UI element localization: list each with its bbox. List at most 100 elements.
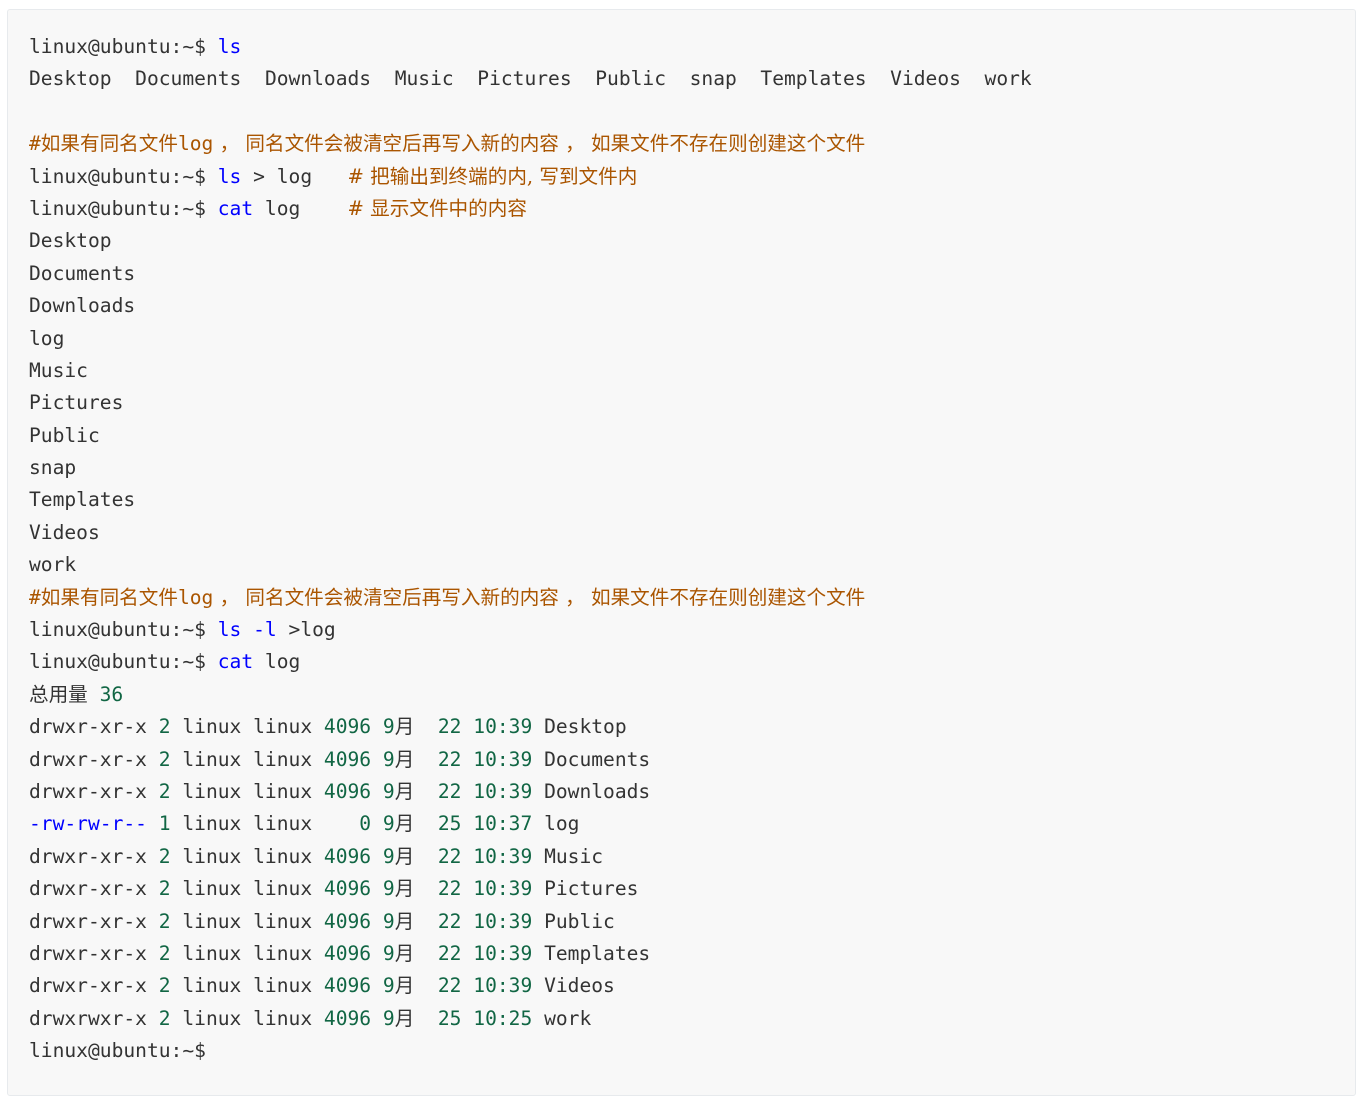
link-count: 2 [158,941,171,965]
total-line: 总用量 36 [29,679,1355,711]
file-name: Public [544,909,615,933]
file-permissions: drwxr-xr-x [29,779,147,803]
command-line: linux@ubuntu:~$ ls [29,31,1355,63]
file-month: 9 [382,941,395,965]
listing-row: drwxr-xr-x 2 linux linux 4096 9月 22 10:3… [29,970,1355,1002]
listing-row: drwxr-xr-x 2 linux linux 4096 9月 22 10:3… [29,938,1355,970]
file-name: work [544,1006,592,1030]
file-month-unit: 月 [394,715,415,739]
output-line: Templates [29,488,136,512]
comment-code: log [177,132,214,156]
file-day: 25 [437,1006,462,1030]
file-group: linux [253,974,313,998]
file-name: Pictures [544,877,639,901]
command-line: linux@ubuntu:~$ [29,1035,1355,1067]
file-size: 4096 [323,877,372,901]
command-flag: -l [253,618,277,642]
file-size: 4096 [323,715,372,739]
file-size: 4096 [323,941,372,965]
file-owner: linux [182,715,242,739]
file-permissions: drwxr-xr-x [29,974,147,998]
listing-row: drwxr-xr-x 2 linux linux 4096 9月 22 10:3… [29,906,1355,938]
listing-row: drwxr-xr-x 2 linux linux 4096 9月 22 10:3… [29,744,1355,776]
command: cat [217,196,254,220]
file-size: 4096 [323,909,372,933]
file-name: Templates [544,941,651,965]
file-listing: drwxr-xr-x 2 linux linux 4096 9月 22 10:3… [29,711,1355,1035]
file-month-unit: 月 [394,812,415,836]
inline-comment: # 显示文件中的内容 [347,196,527,220]
command-line: linux@ubuntu:~$ ls > log # 把输出到终端的内, 写到文… [29,161,1355,193]
file-month: 9 [382,715,395,739]
file-month: 9 [382,974,395,998]
file-name: Music [544,844,604,868]
listing-row: drwxrwxr-x 2 linux linux 4096 9月 25 10:2… [29,1003,1355,1035]
output-line: Downloads [29,294,136,318]
file-permissions: drwxr-xr-x [29,941,147,965]
command-args: > log [241,164,348,188]
comment-hash: # [29,132,41,156]
link-count: 2 [158,1006,171,1030]
file-size: 4096 [323,779,372,803]
file-day: 22 [437,974,462,998]
output-line: snap [29,456,77,480]
file-day: 25 [437,812,462,836]
file-group: linux [253,779,313,803]
output-line: Pictures [29,391,124,415]
file-day: 22 [437,779,462,803]
file-time: 10:39 [473,974,533,998]
ls-entry: Music [394,67,454,91]
listing-row: drwxr-xr-x 2 linux linux 4096 9月 22 10:3… [29,711,1355,743]
command-line: linux@ubuntu:~$ cat log [29,646,1355,678]
link-count: 2 [158,779,171,803]
listing-row: drwxr-xr-x 2 linux linux 4096 9月 22 10:3… [29,873,1355,905]
link-count: 2 [158,974,171,998]
prompt: linux@ubuntu:~$ [29,196,206,220]
file-name: Desktop [544,715,627,739]
file-day: 22 [437,715,462,739]
file-day: 22 [437,941,462,965]
link-count: 2 [158,909,171,933]
file-month: 9 [382,877,395,901]
file-time: 10:37 [473,812,533,836]
file-month: 9 [382,1006,395,1030]
file-month-unit: 月 [394,877,415,901]
file-time: 10:39 [473,909,533,933]
prompt: linux@ubuntu:~$ [29,164,206,188]
command: ls [217,618,242,642]
command-line: linux@ubuntu:~$ ls -l >log [29,614,1355,646]
link-count: 2 [158,844,171,868]
comment-text: 如果有同名文件 [40,132,178,156]
output-line: Public [29,423,100,447]
file-permissions: drwxr-xr-x [29,747,147,771]
file-month: 9 [382,909,395,933]
file-owner: linux [182,1006,242,1030]
file-time: 10:39 [473,941,533,965]
output-line: Music [29,358,88,382]
file-day: 22 [437,747,462,771]
command: ls [217,164,242,188]
file-name: Videos [544,974,615,998]
file-group: linux [253,941,313,965]
file-group: linux [253,812,313,836]
comment-hash: # [29,585,41,609]
ls-entry: Templates [760,67,867,91]
file-time: 10:25 [473,1006,533,1030]
link-count: 1 [158,812,171,836]
file-month-unit: 月 [394,844,415,868]
ls-entry: Public [595,67,667,91]
file-size: 4096 [323,1006,372,1030]
listing-row: -rw-rw-r-- 1 linux linux 0 9月 25 10:37 l… [29,808,1355,840]
file-size: 4096 [323,747,372,771]
file-month-unit: 月 [394,1006,415,1030]
file-month: 9 [382,747,395,771]
file-permissions: drwxr-xr-x [29,715,147,739]
file-time: 10:39 [473,877,533,901]
comment-line: #如果有同名文件log ， 同名文件会被清空后再写入新的内容 ， 如果文件不存在… [29,582,1355,614]
file-owner: linux [182,941,242,965]
comment-code: log [177,585,214,609]
ls-entry: Desktop [29,67,112,91]
file-permissions: drwxr-xr-x [29,909,147,933]
output-line: work [29,553,77,577]
